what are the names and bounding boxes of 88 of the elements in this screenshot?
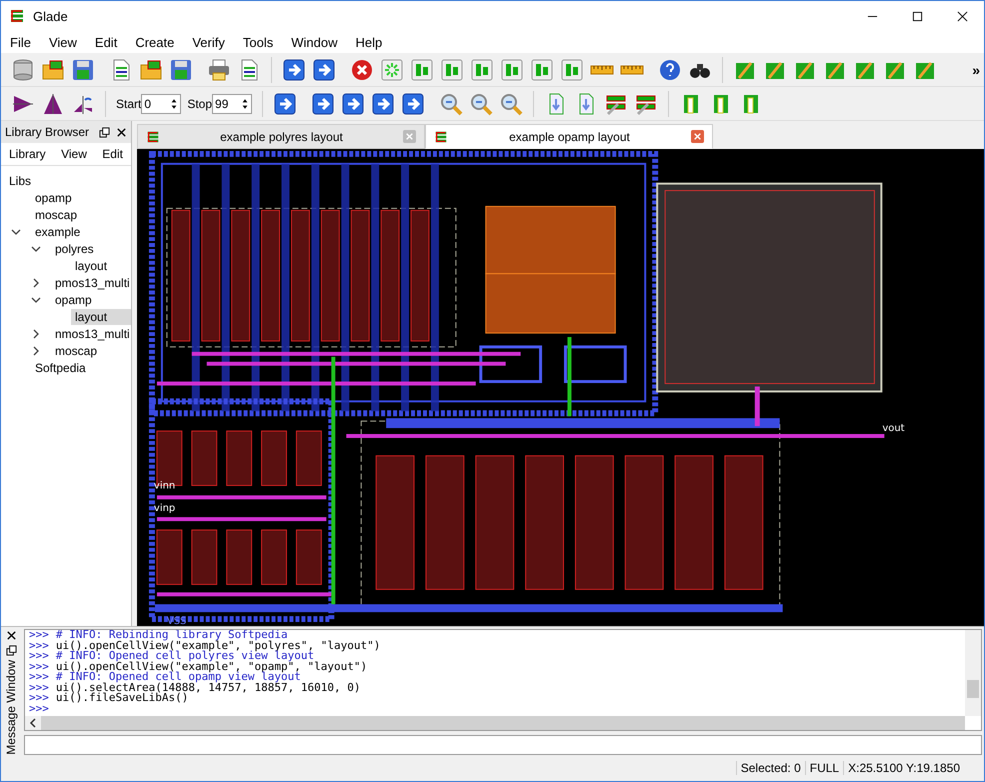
tree-item[interactable]: layout (71, 308, 131, 324)
console-prompt: >>> (29, 630, 49, 640)
console-line: # INFO: Opened cell polyres view layout (56, 651, 314, 662)
console-prompt: >>> (29, 682, 49, 693)
help-icon[interactable] (658, 58, 682, 82)
menu-item[interactable]: Edit (86, 34, 126, 50)
net-label: vout (882, 423, 905, 434)
app-logo-icon (9, 8, 25, 24)
start-spinbox[interactable]: 0 (141, 94, 182, 114)
collapsed-chevron-icon[interactable] (31, 346, 41, 356)
horizontal-scrollbar[interactable] (25, 716, 965, 730)
menu-item[interactable]: Tools (234, 34, 282, 50)
tree-item[interactable]: example (31, 224, 131, 240)
close-icon[interactable] (957, 10, 968, 22)
console-prompt: >>> (29, 651, 49, 662)
net-label: vinp (154, 503, 176, 514)
window-title: Glade (33, 8, 68, 24)
tree-item[interactable]: pmos13_multi (51, 274, 134, 290)
cell-floppy-icon[interactable] (169, 58, 193, 82)
status-text: FULL (804, 761, 844, 775)
status-text: Selected: 0 (736, 761, 805, 775)
menu-item[interactable]: Library (9, 147, 46, 161)
collapsed-chevron-icon[interactable] (31, 278, 41, 288)
tree-item[interactable]: nmos13_multi (51, 326, 134, 342)
panel-title: Library Browser (5, 125, 90, 139)
zoom-out-icon[interactable] (469, 92, 494, 116)
folder-icon[interactable] (41, 58, 65, 82)
console-prompt: >>> (29, 640, 49, 651)
panel-title: Message Window (4, 660, 18, 755)
expanded-chevron-icon[interactable] (31, 244, 41, 254)
stop-spinbox[interactable]: 99 (212, 94, 252, 114)
console-prompt: >>> (29, 704, 49, 714)
menu-item[interactable]: Create (126, 34, 184, 50)
collapsed-chevron-icon[interactable] (31, 328, 41, 338)
block-icon[interactable] (530, 58, 554, 82)
block-icon[interactable] (440, 58, 464, 82)
document-tab[interactable]: example polyres layout (137, 124, 425, 149)
tree-item[interactable]: Libs (5, 172, 131, 188)
stop-label: Stop (187, 96, 212, 110)
tree-item[interactable]: moscap (31, 206, 131, 222)
block-icon[interactable] (410, 58, 434, 82)
float-icon[interactable] (6, 645, 16, 656)
float-icon[interactable] (99, 126, 110, 138)
console-line: ui().selectArea(14888, 14757, 18857, 16010, 0) (56, 682, 361, 693)
menu-item[interactable]: Verify (183, 34, 234, 50)
console-line: ui().fileSaveLibAs() (56, 693, 188, 704)
expanded-chevron-icon[interactable] (11, 226, 21, 236)
block-icon[interactable] (560, 58, 584, 82)
tree-item[interactable]: polyres (51, 240, 131, 256)
console-line: # INFO: Opened cell opamp view layout (56, 672, 301, 682)
console-prompt: >>> (29, 693, 49, 704)
menu-item[interactable]: View (61, 147, 87, 161)
close-icon[interactable] (6, 630, 16, 641)
start-label: Start (116, 96, 142, 110)
block-icon[interactable] (500, 58, 524, 82)
console-prompt: >>> (29, 662, 49, 672)
toolbar-overflow-button[interactable]: » (972, 62, 984, 78)
database-icon[interactable] (11, 58, 35, 82)
close-icon[interactable] (116, 126, 127, 138)
tree-item[interactable]: opamp (51, 292, 131, 308)
cell-folder-icon[interactable] (139, 58, 163, 82)
expanded-chevron-icon[interactable] (31, 294, 41, 304)
menu-item[interactable]: View (40, 34, 86, 50)
console-line: ui().openCellView("example", "polyres", "layout") (56, 640, 380, 651)
vertical-scrollbar[interactable] (965, 630, 981, 716)
console-line: ui().openCellView("example", "opamp", "layout") (56, 662, 368, 672)
command-input-field[interactable] (24, 735, 982, 755)
printer-icon[interactable] (207, 58, 231, 82)
menu-item[interactable]: Edit (102, 147, 123, 161)
tree-item[interactable]: Softpedia (31, 360, 131, 376)
maximize-icon[interactable] (912, 10, 923, 22)
console-prompt: >>> (29, 672, 49, 682)
block-icon[interactable] (470, 58, 494, 82)
delete-icon[interactable] (350, 58, 374, 82)
cell-icon (146, 130, 160, 144)
document-tab[interactable]: example opamp layout (425, 124, 713, 149)
tab-close-icon[interactable] (691, 130, 704, 143)
tree-item[interactable]: layout (71, 258, 131, 274)
menu-item[interactable]: File (1, 34, 40, 50)
status-text: X:25.5100 Y:19.1850 (843, 761, 964, 775)
menu-item[interactable]: Help (346, 34, 392, 50)
cell-icon (434, 130, 448, 144)
tree-item[interactable]: moscap (51, 342, 131, 358)
flip-vertical-icon[interactable] (41, 92, 65, 116)
floppy-icon[interactable] (71, 58, 95, 82)
scroll-left-icon[interactable] (25, 716, 41, 730)
menu-item[interactable]: Window (282, 34, 346, 50)
tree-item[interactable]: opamp (31, 190, 131, 206)
